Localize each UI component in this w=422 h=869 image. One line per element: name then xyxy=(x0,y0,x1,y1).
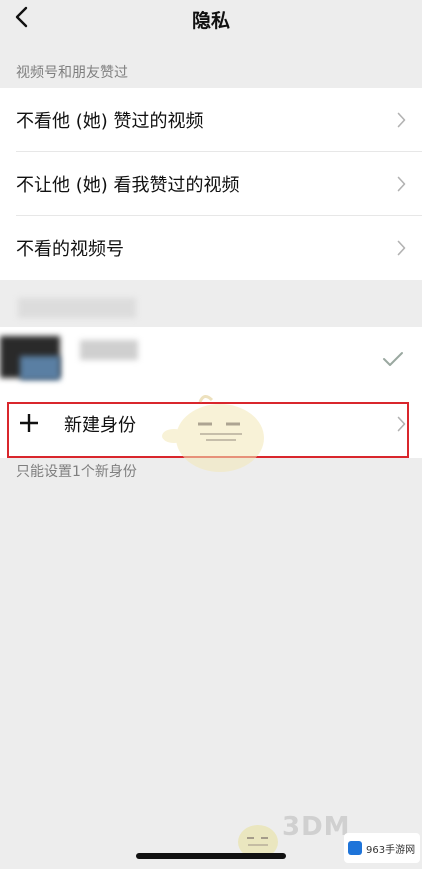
site-logo-label: 963手游网 xyxy=(366,844,416,856)
blurred-identity-name xyxy=(80,340,138,360)
chevron-right-icon xyxy=(397,240,406,256)
page-title: 隐私 xyxy=(191,10,230,32)
blurred-avatar-detail xyxy=(20,356,60,380)
settings-row-hide-my-likes[interactable]: 不让他 (她) 看我赞过的视频 xyxy=(0,152,422,216)
row-label: 不看的视频号 xyxy=(16,239,124,260)
section-header: 视频号和朋友赞过 xyxy=(16,65,128,81)
mascot-watermark-icon xyxy=(162,395,264,472)
watermark-3dm: 3DM xyxy=(282,812,351,842)
navigation-bar: 隐私 xyxy=(0,0,422,36)
site-logo-icon xyxy=(348,841,362,855)
settings-row-hide-their-likes[interactable]: 不看他 (她) 赞过的视频 xyxy=(0,88,422,152)
blurred-section-header xyxy=(18,298,136,318)
chevron-right-icon xyxy=(397,176,406,192)
home-indicator[interactable] xyxy=(136,853,286,859)
row-label: 不看他 (她) 赞过的视频 xyxy=(16,111,204,132)
check-icon xyxy=(383,352,403,366)
settings-group: 不看他 (她) 赞过的视频 不让他 (她) 看我赞过的视频 不看的视频号 xyxy=(0,88,422,280)
chevron-right-icon xyxy=(397,112,406,128)
identity-limit-hint: 只能设置1个新身份 xyxy=(16,464,137,480)
row-label: 不让他 (她) 看我赞过的视频 xyxy=(16,175,240,196)
settings-row-blocked-channels[interactable]: 不看的视频号 xyxy=(0,216,422,280)
site-logo-watermark: 963手游网 xyxy=(344,833,420,863)
